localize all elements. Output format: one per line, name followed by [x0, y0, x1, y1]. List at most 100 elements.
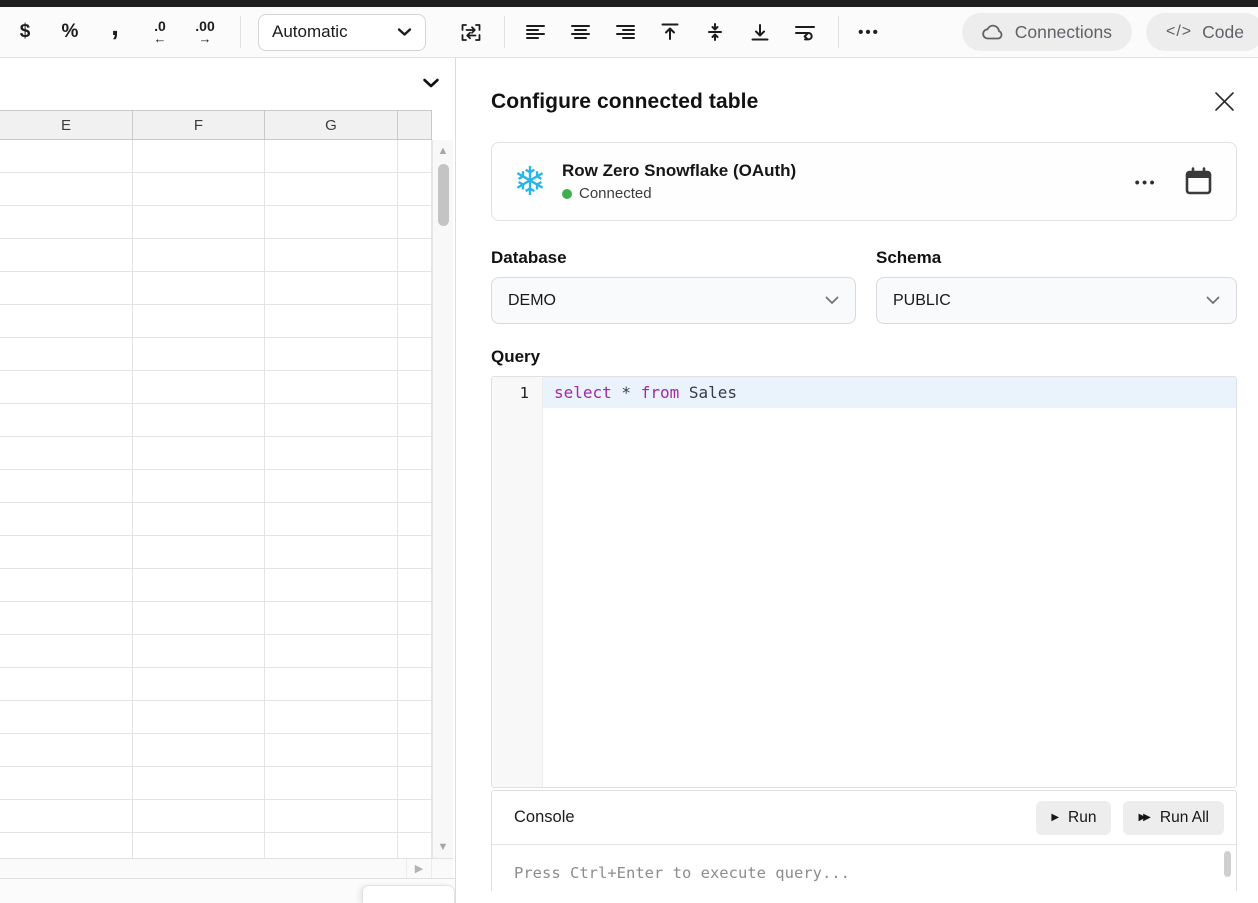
grid-cell[interactable]: [265, 206, 398, 239]
align-right-icon[interactable]: [604, 13, 646, 51]
scroll-up-arrow[interactable]: ▲: [433, 142, 453, 160]
grid-cell[interactable]: [265, 437, 398, 470]
grid-cell[interactable]: [265, 734, 398, 767]
horizontal-scrollbar[interactable]: ▶: [0, 858, 453, 878]
vertical-scrollbar[interactable]: ▲ ▼: [432, 140, 453, 858]
grid-cell[interactable]: [133, 272, 265, 305]
grid-cell[interactable]: [265, 503, 398, 536]
increase-decimal-button[interactable]: .00→: [186, 13, 224, 51]
code-area[interactable]: select * from Sales: [543, 377, 1236, 787]
grid-cell[interactable]: [265, 536, 398, 569]
grid-cell[interactable]: [133, 767, 265, 800]
grid-cell[interactable]: [398, 305, 432, 338]
grid-cell[interactable]: [133, 305, 265, 338]
grid-cell[interactable]: [0, 734, 133, 767]
console-output[interactable]: Press Ctrl+Enter to execute query...: [492, 845, 1236, 891]
grid-cell[interactable]: [265, 569, 398, 602]
grid-cell[interactable]: [0, 767, 133, 800]
grid-cell[interactable]: [398, 404, 432, 437]
grid-cell[interactable]: [265, 833, 398, 858]
vertical-align-top-icon[interactable]: [649, 13, 691, 51]
swap-icon[interactable]: [450, 13, 492, 51]
grid-cell[interactable]: [133, 635, 265, 668]
grid-cell[interactable]: [0, 272, 133, 305]
grid-cell[interactable]: [0, 569, 133, 602]
grid-cell[interactable]: [398, 272, 432, 305]
grid-cell[interactable]: [265, 800, 398, 833]
number-format-dropdown[interactable]: Automatic: [258, 14, 426, 51]
grid-cell[interactable]: [398, 470, 432, 503]
grid-cell[interactable]: [398, 503, 432, 536]
grid-cell[interactable]: [265, 272, 398, 305]
grid-cell[interactable]: [0, 701, 133, 734]
grid-cell[interactable]: [133, 833, 265, 858]
percent-format-button[interactable]: %: [51, 13, 89, 51]
grid-cell[interactable]: [398, 371, 432, 404]
vertical-align-bottom-icon[interactable]: [739, 13, 781, 51]
grid-cell[interactable]: [398, 536, 432, 569]
grid-cell[interactable]: [265, 404, 398, 437]
grid-cell[interactable]: [0, 635, 133, 668]
grid-cell[interactable]: [398, 206, 432, 239]
close-icon[interactable]: [1211, 88, 1237, 114]
grid-cell[interactable]: [0, 338, 133, 371]
grid-cell[interactable]: [0, 239, 133, 272]
grid-cell[interactable]: [265, 173, 398, 206]
column-header-F[interactable]: F: [133, 111, 265, 139]
connection-card[interactable]: ❄ Row Zero Snowflake (OAuth) Connected •…: [491, 142, 1237, 221]
grid-cell[interactable]: [0, 602, 133, 635]
grid-cell[interactable]: [133, 536, 265, 569]
grid-cell[interactable]: [265, 140, 398, 173]
grid-cell[interactable]: [0, 404, 133, 437]
grid-cell[interactable]: [398, 833, 432, 858]
connections-button[interactable]: Connections: [962, 13, 1132, 51]
schedule-calendar-icon[interactable]: [1185, 167, 1212, 196]
schema-select[interactable]: PUBLIC: [876, 277, 1237, 324]
grid-cell[interactable]: [133, 734, 265, 767]
grid-cell[interactable]: [265, 767, 398, 800]
grid-cell[interactable]: [398, 701, 432, 734]
grid-cell[interactable]: [133, 470, 265, 503]
grid-cell[interactable]: [133, 668, 265, 701]
currency-format-button[interactable]: $: [6, 13, 44, 51]
grid-cell[interactable]: [265, 602, 398, 635]
more-options-button[interactable]: •••: [848, 13, 890, 51]
grid-cell[interactable]: [0, 470, 133, 503]
grid-cell[interactable]: [265, 470, 398, 503]
grid-cell[interactable]: [398, 569, 432, 602]
connection-more-button[interactable]: •••: [1135, 174, 1157, 190]
column-header-E[interactable]: E: [0, 111, 133, 139]
grid-cell[interactable]: [133, 173, 265, 206]
grid-cell[interactable]: [133, 437, 265, 470]
grid-cell[interactable]: [398, 239, 432, 272]
grid-cell[interactable]: [133, 239, 265, 272]
grid-cell[interactable]: [398, 767, 432, 800]
grid-cell[interactable]: [398, 602, 432, 635]
column-header-partial[interactable]: [398, 111, 432, 139]
query-editor[interactable]: 1 select * from Sales: [491, 376, 1237, 788]
grid-cell[interactable]: [0, 833, 133, 858]
run-button[interactable]: ▶ Run: [1036, 801, 1111, 835]
grid-cell[interactable]: [133, 602, 265, 635]
code-button[interactable]: </> Code: [1146, 13, 1258, 51]
vertical-scroll-thumb[interactable]: [438, 164, 449, 226]
grid-cell[interactable]: [0, 140, 133, 173]
grid-cell[interactable]: [0, 206, 133, 239]
sheet-tab[interactable]: [362, 885, 455, 903]
database-select[interactable]: DEMO: [491, 277, 856, 324]
grid-cell[interactable]: [398, 800, 432, 833]
grid-cell[interactable]: [133, 800, 265, 833]
grid-cell[interactable]: [265, 635, 398, 668]
grid-cell[interactable]: [398, 635, 432, 668]
grid-cell[interactable]: [265, 371, 398, 404]
grid-cell[interactable]: [265, 668, 398, 701]
align-center-icon[interactable]: [559, 13, 601, 51]
column-header-G[interactable]: G: [265, 111, 398, 139]
grid-cell[interactable]: [0, 503, 133, 536]
text-wrap-icon[interactable]: [784, 13, 826, 51]
grid-cell[interactable]: [398, 140, 432, 173]
grid-cell[interactable]: [0, 800, 133, 833]
grid-cell[interactable]: [398, 173, 432, 206]
grid-cell[interactable]: [133, 404, 265, 437]
console-scroll-thumb[interactable]: [1224, 851, 1231, 877]
